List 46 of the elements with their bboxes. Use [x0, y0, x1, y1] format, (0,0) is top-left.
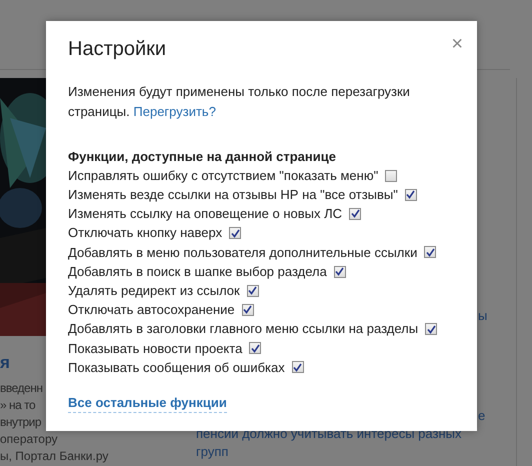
article-text-line: оператору — [0, 431, 58, 448]
checkbox[interactable] — [242, 304, 254, 316]
checkbox[interactable] — [424, 246, 436, 258]
close-button[interactable]: × — [451, 34, 463, 54]
option-label: Удалять редирект из ссылок — [68, 282, 240, 300]
check-icon — [230, 228, 240, 238]
option-label: Отключать автосохранение — [68, 301, 235, 320]
check-icon — [350, 209, 360, 218]
dialog-title: Настройки — [68, 37, 166, 62]
option-label: Изменять ссылку на оповещение о новых ЛС — [68, 205, 342, 224]
article-text-line: внутрир — [0, 414, 42, 431]
option-label: Показывать сообщения об ошибках — [68, 358, 285, 377]
news-text-fragment: е — [478, 408, 486, 424]
check-icon — [293, 362, 302, 372]
checkbox[interactable] — [349, 208, 362, 220]
checkbox[interactable] — [385, 170, 398, 182]
article-text-line: введенн — [0, 380, 42, 397]
check-icon — [250, 344, 260, 353]
option-label: Добавлять в меню пользователя дополнительные ссылки — [68, 244, 418, 262]
article-text-line: ы, Портал Банки.ру — [0, 448, 108, 465]
option-label: Отключать кнопку наверх — [68, 224, 222, 242]
checkbox[interactable] — [249, 342, 262, 354]
checkbox[interactable] — [246, 284, 259, 297]
option-label: Добавлять в поиск в шапке выбор раздела — [68, 262, 327, 281]
check-icon — [335, 267, 344, 276]
article-text-line: » на то — [0, 397, 36, 414]
checkbox[interactable] — [292, 361, 304, 374]
more-functions-link[interactable]: Все остальные функции — [68, 394, 227, 414]
section-title: Функции, доступные на данной странице — [68, 148, 337, 166]
option-label: Изменять везде ссылки на отзывы НР на "все отзывы" — [68, 186, 398, 204]
check-icon — [406, 190, 416, 200]
news-text-fragment: ы — [478, 308, 488, 324]
news-text-line: групп — [196, 443, 228, 461]
checkbox[interactable] — [404, 188, 417, 201]
checkbox[interactable] — [425, 323, 438, 336]
article-heading: я — [0, 353, 10, 373]
checkbox[interactable] — [334, 266, 346, 278]
news-text-line: пенсии должно учитывать интересы разных — [196, 425, 462, 443]
reload-link[interactable]: Перегрузить? — [133, 104, 216, 119]
option-label: Показывать новости проекта — [68, 340, 242, 358]
check-icon — [426, 324, 436, 334]
option-label: Исправлять ошибку с отсутствием "показать меню" — [68, 166, 378, 185]
reload-notice: Изменения будут применены только после перезагрузки страницы. Перегрузить? — [68, 83, 411, 121]
checkbox[interactable] — [229, 227, 242, 240]
check-icon — [426, 248, 435, 257]
option-label: Добавлять в заголовки главного меню ссылки на разделы — [68, 320, 418, 338]
